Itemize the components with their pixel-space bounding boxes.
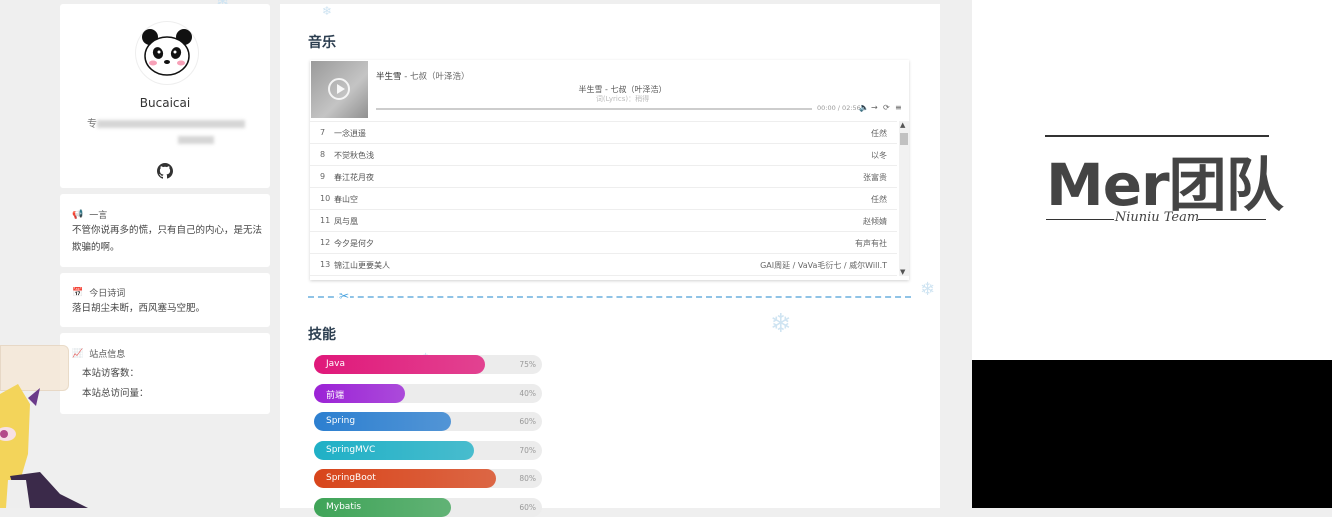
profile-bio: 专 [86,117,246,149]
hitokoto-text: 不管你说再多的慌，只有自己的内心，是无法欺骗的啊。 [72,225,263,253]
scroll-up-icon[interactable]: ▲ [900,121,905,129]
skill-percent: 75% [519,360,536,369]
scroll-down-icon[interactable]: ▼ [900,268,905,276]
song-title: 半生雪 [376,72,402,82]
track-name: 锦江山更要美人 [334,261,390,270]
playlist: 7 一念逍遥 任然 8 不觉秋色浅 以冬 9 春江花月夜 张富贵 10 春山空 任然 11 凤与凰 赵倾婧 1… [310,121,897,277]
now-playing-title: 半生雪 - 七叔（叶泽浩） [376,70,470,82]
team-logo-subtitle: Niuniu Team [1114,210,1200,225]
playlist-row[interactable]: 8 不觉秋色浅 以冬 [310,144,897,166]
playlist-row[interactable]: 7 一念逍遥 任然 [310,122,897,144]
skill-name: 前端 [326,390,345,401]
skill-name: SpringBoot [326,473,376,484]
scissors-icon: ✂ [338,289,351,303]
skills-section-title: 技能 [308,327,336,343]
track-index: 12 [320,238,331,247]
track-index: 9 [320,172,326,181]
loop-icon[interactable]: ⟳ [883,103,890,112]
track-artist: 有声有社 [855,239,887,248]
skill-name: Spring [326,416,356,427]
order-icon[interactable]: → [871,103,878,112]
skill-name: Java [326,359,346,369]
volume-icon[interactable]: 🔈 [859,103,869,112]
playlist-scrollbar[interactable]: ▲ ▼ [899,121,909,276]
chart-line-icon: 📈 [72,348,84,359]
stats-header: 📈 站点信息 [72,347,126,361]
visitors-label: 本站访客数： [82,368,140,379]
section-divider [308,296,911,298]
skill-name: SpringMVC [326,444,376,455]
track-name: 今夕是何夕 [334,239,374,248]
track-artist: 任然 [871,129,887,138]
play-button[interactable] [328,78,350,100]
snowflake-icon: ❄ [322,4,333,18]
skill-bar: Spring 60% [314,412,542,432]
calendar-icon: 📅 [72,287,84,298]
hitokoto-card: 📢 一言 不管你说再多的慌，只有自己的内心，是无法欺骗的啊。 [60,194,270,267]
poem-card: 📅 今日诗词 落日胡尘未断，西风塞马空肥。 [60,273,270,327]
mascot-image [0,384,88,508]
playlist-row[interactable]: 10 春山空 任然 [310,188,897,210]
skill-bar: SpringBoot 80% [314,469,542,489]
track-index: 8 [320,150,326,159]
github-icon[interactable] [157,163,173,179]
hitokoto-title: 一言 [89,211,108,221]
track-name: 春江花月夜 [334,173,374,182]
megaphone-icon: 📢 [72,209,84,220]
music-player: 半生雪 - 七叔（叶泽浩） 半生雪 - 七叔（叶泽浩） 词(Lyrics)：稍得… [310,60,909,280]
playlist-row[interactable]: 11 凤与凰 赵倾婧 [310,210,897,232]
profile-name: Bucaicai [139,96,191,110]
skill-bar: SpringMVC 70% [314,440,542,460]
snowflake-icon: ❄ [920,279,936,300]
song-artist: - 七叔（叶泽浩） [401,72,470,82]
track-name: 春山空 [334,195,358,204]
track-artist: 赵倾婧 [863,217,887,226]
track-artist: 以冬 [871,151,887,160]
track-name: 不觉秋色浅 [334,151,374,160]
avatar[interactable] [136,22,198,84]
playlist-row[interactable]: 9 春江花月夜 张富贵 [310,166,897,188]
skill-percent: 70% [519,445,536,455]
list-icon[interactable]: ≡ [895,103,902,112]
track-index: 10 [320,194,331,203]
poem-text: 落日胡尘未断，西风塞马空肥。 [72,303,206,314]
playlist-row[interactable]: 12 今夕是何夕 有声有社 [310,232,897,254]
track-index: 13 [320,260,331,269]
track-name: 凤与凰 [334,217,358,226]
logo-panel: Mer团队 Niuniu Team [972,0,1332,360]
profile-card: Bucaicai 专 [60,4,270,188]
music-section-title: 音乐 [308,35,336,51]
stats-title: 站点信息 [89,350,126,360]
skill-percent: 80% [519,474,536,484]
main-panel: ❄ ❄ ❄ ❄ 音乐 半生雪 - 七叔（叶泽浩） 半生雪 - 七叔（叶泽浩） 词… [280,4,940,517]
skill-name: Mybatis [326,502,362,512]
time-display: 00:00 / 02:56 [817,104,861,112]
panda-icon [137,23,197,83]
track-name: 一念逍遥 [334,129,366,138]
lyric-line-secondary: 词(Lyrics)：稍得 [595,95,650,103]
track-index: 7 [320,128,326,137]
skill-bar: 前端 40% [314,383,542,403]
track-index: 11 [320,216,331,225]
skill-percent: 60% [519,417,536,427]
album-cover[interactable] [311,61,368,118]
track-artist: GAI周延 / VaVa毛衍七 / 威尔Will.T [760,261,887,270]
playlist-row[interactable]: 13 锦江山更要美人 GAI周延 / VaVa毛衍七 / 威尔Will.T [310,254,897,276]
track-artist: 张富贵 [863,173,887,182]
poem-header: 📅 今日诗词 [72,286,126,300]
poem-title: 今日诗词 [89,289,126,299]
progress-bar[interactable] [376,108,812,110]
skill-percent: 40% [519,388,536,398]
track-artist: 任然 [871,195,887,204]
bio-prefix: 专 [87,119,97,130]
black-panel [972,360,1332,508]
skill-bar: Java 75% [314,355,542,374]
logo-top-rule [1045,135,1269,137]
scroll-thumb[interactable] [900,133,908,145]
playlist-row[interactable]: 14往事贝壳玩 / 蔡琴哥 [310,276,897,277]
snowflake-icon: ❄ [770,309,792,339]
hitokoto-header: 📢 一言 [72,208,108,222]
views-label: 本站总访问量： [82,388,149,399]
